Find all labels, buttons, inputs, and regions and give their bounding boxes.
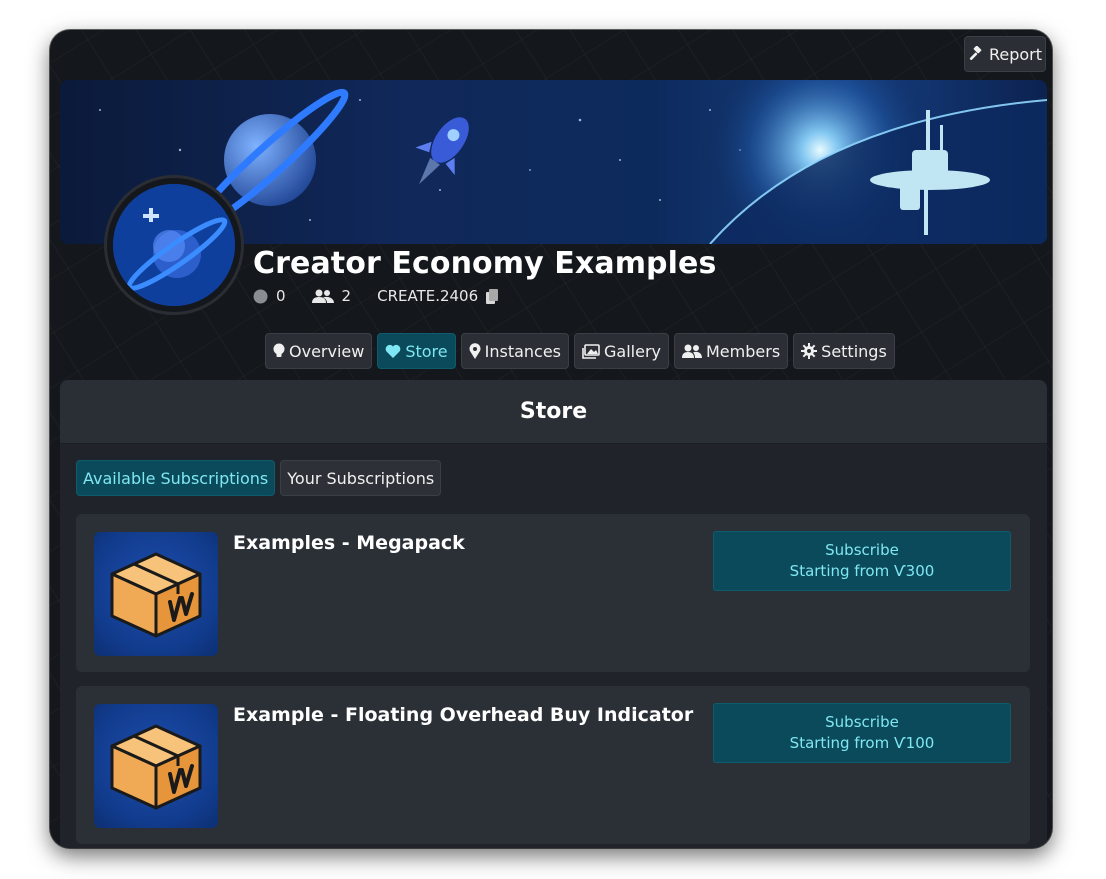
store-heading: Store — [60, 380, 1047, 444]
store-item-card: Examples - Megapack Subscribe Starting f… — [76, 514, 1030, 672]
tab-instances[interactable]: Instances — [460, 333, 570, 369]
store-item-title: Example - Floating Overhead Buy Indicato… — [233, 704, 694, 726]
subscribe-price: Starting from Ѵ300 — [789, 562, 935, 580]
tab-overview-label: Overview — [289, 341, 365, 361]
group-title: Creator Economy Examples — [253, 246, 717, 281]
lightbulb-icon — [273, 343, 285, 359]
package-box-icon — [94, 532, 218, 656]
tab-store-label: Store — [405, 341, 448, 361]
gear-icon — [801, 343, 818, 359]
tab-overview[interactable]: Overview — [265, 333, 373, 369]
group-tabs: Overview Store Instances Gallery Members — [265, 333, 895, 369]
tab-members[interactable]: Members — [674, 333, 789, 369]
tab-settings[interactable]: Settings — [793, 333, 895, 369]
tab-available-subscriptions[interactable]: Available Subscriptions — [76, 460, 276, 496]
store-item-card: Example - Floating Overhead Buy Indicato… — [76, 686, 1030, 844]
group-meta: 0 2 CREATE.2406 — [253, 287, 499, 305]
gavel-icon — [968, 46, 984, 62]
package-box-icon — [94, 704, 218, 828]
group-avatar — [104, 175, 244, 315]
member-count: 2 — [341, 287, 352, 305]
online-count: 0 — [276, 287, 286, 305]
online-status-icon — [253, 289, 268, 304]
map-pin-icon — [469, 343, 481, 359]
tab-instances-label: Instances — [484, 341, 562, 361]
report-label: Report — [988, 44, 1043, 64]
subscription-tabs: Available Subscriptions Your Subscriptio… — [76, 460, 442, 496]
tab-your-subscriptions[interactable]: Your Subscriptions — [280, 460, 442, 496]
store-item-title: Examples - Megapack — [233, 532, 465, 554]
copy-icon[interactable] — [486, 288, 499, 304]
subscribe-button[interactable]: Subscribe Starting from Ѵ300 — [713, 531, 1011, 591]
tab-gallery-label: Gallery — [604, 341, 661, 361]
tab-store[interactable]: Store — [377, 333, 456, 369]
subscribe-price: Starting from Ѵ100 — [789, 734, 935, 752]
group-page-window: Report Creator Economy Examples 0 2 CREA… — [50, 30, 1052, 848]
group-short-code: CREATE.2406 — [377, 287, 479, 305]
users-icon — [682, 344, 702, 359]
tab-members-label: Members — [706, 341, 781, 361]
images-icon — [582, 343, 600, 359]
report-button[interactable]: Report — [964, 36, 1046, 72]
heart-icon — [385, 344, 401, 358]
subscribe-label: Subscribe — [825, 713, 899, 731]
tab-gallery[interactable]: Gallery — [574, 333, 669, 369]
users-icon — [311, 289, 334, 304]
subscribe-button[interactable]: Subscribe Starting from Ѵ100 — [713, 703, 1011, 763]
store-panel: Store Available Subscriptions Your Subsc… — [60, 380, 1047, 848]
tab-settings-label: Settings — [821, 341, 887, 361]
subscribe-label: Subscribe — [825, 541, 899, 559]
